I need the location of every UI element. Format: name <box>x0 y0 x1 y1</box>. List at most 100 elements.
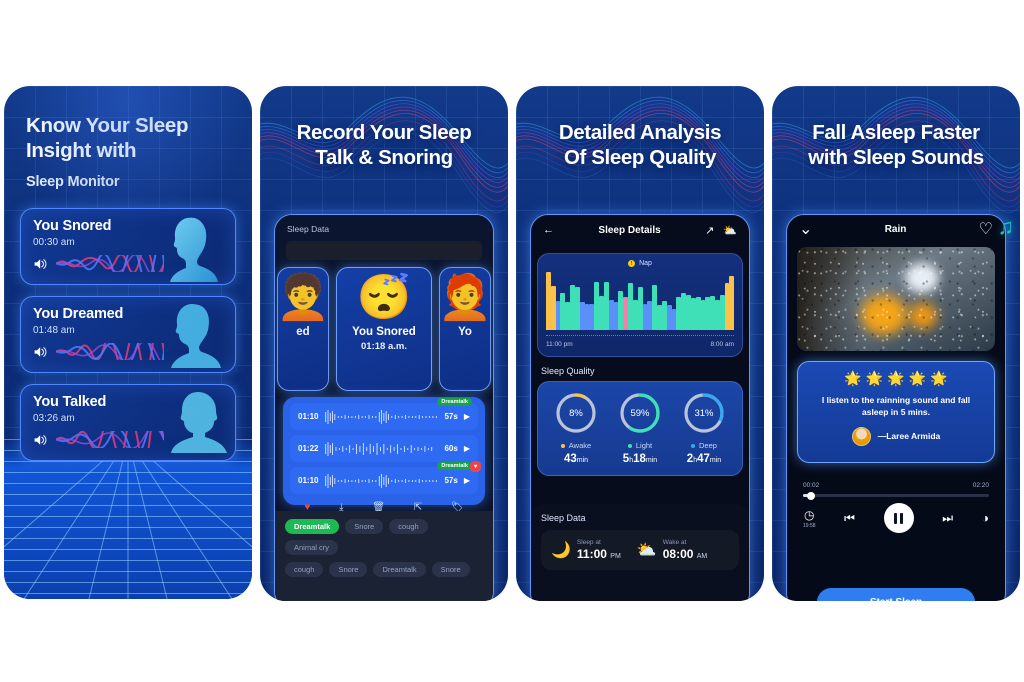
play-icon[interactable]: ▶ <box>464 476 470 485</box>
tag-chip-snore-3[interactable]: Snore <box>431 562 470 577</box>
hypnogram-bar <box>695 297 701 330</box>
sleep-at-value: 11:00 PM <box>577 547 621 561</box>
review-card: 🌟 🌟 🌟 🌟 🌟 I listen to the rainning sound… <box>797 361 995 463</box>
carousel-slide-active[interactable]: 😴 You Snored 01:18 a.m. <box>336 267 432 391</box>
hypnogram-bar <box>666 304 672 330</box>
deep-label: Deep <box>699 441 717 450</box>
skip-back-icon[interactable]: ⏮ <box>844 511 855 525</box>
panel-sleep-monitor: Know Your Sleep Insight with Sleep Monit… <box>4 86 252 599</box>
sleep-data-title: Sleep Data <box>541 513 586 523</box>
light-label: Light <box>635 441 653 450</box>
carousel-prev-label: ed <box>296 326 310 338</box>
carousel-slide-next[interactable]: 🧑‍🦰 Yo <box>439 267 491 391</box>
heart-outline-icon[interactable]: ♡ <box>979 219 993 239</box>
mix-circles-icon[interactable]: ◑ <box>982 511 989 525</box>
star-icon: 🌟 <box>908 370 927 386</box>
hypnogram-bar <box>608 299 614 330</box>
tag-chip-dreamtalk[interactable]: Dreamtalk <box>285 519 340 534</box>
awake-value: 43 <box>563 453 577 465</box>
nap-legend: ! Nap <box>546 260 734 267</box>
avatar-head-silhouette <box>171 392 227 454</box>
awake-legend: Awake <box>544 441 607 450</box>
recording-waveform <box>325 409 438 424</box>
avatar-emoji: 🧑‍🦰 <box>439 273 491 322</box>
recording-tag-badge[interactable]: Dreamtalk <box>437 462 472 470</box>
speaker-icon[interactable] <box>33 257 49 271</box>
details-navbar: ← Sleep Details ↗ ⛅ <box>531 215 749 245</box>
sleep-data-section: Sleep Data 🌙 Sleep at 11:00 PM ⛅ Wake at <box>531 504 749 601</box>
event-card-dreamed[interactable]: You Dreamed 01:48 am <box>20 296 236 374</box>
event-card-snored[interactable]: You Snored 00:30 am <box>20 208 236 286</box>
phone-mockup-details: ← Sleep Details ↗ ⛅ ! Nap 11:00 pm 8:00 … <box>530 214 750 601</box>
seek-track[interactable] <box>803 491 989 500</box>
sleep-timer-button[interactable]: ◷ 19:58 <box>803 508 816 529</box>
timer-icon[interactable]: ◷ <box>804 508 814 522</box>
light-ring: 59% <box>618 391 662 435</box>
pause-icon-bar <box>894 512 898 524</box>
previous-track-button[interactable]: ⏮ <box>844 511 855 526</box>
recording-tag-badge[interactable]: Dreamtalk <box>437 398 472 406</box>
playback-controls: ◷ 19:58 ⏮ ⏭ ◑ <box>797 503 995 533</box>
panel1-header: Know Your Sleep Insight with Sleep Monit… <box>4 86 252 190</box>
play-icon[interactable]: ▶ <box>464 444 470 453</box>
speaker-icon[interactable] <box>33 345 49 359</box>
star-icon: 🌟 <box>930 370 948 386</box>
back-arrow-icon[interactable]: ← <box>543 224 554 236</box>
next-track-button[interactable]: ⏭ <box>942 511 953 526</box>
tag-chip-cough-2[interactable]: cough <box>285 562 324 577</box>
recording-time: 01:10 <box>298 476 319 485</box>
hypnogram-card: ! Nap 11:00 pm 8:00 am <box>537 253 743 357</box>
tag-chip-snore-2[interactable]: Snore <box>329 562 368 577</box>
rain-cover-image <box>797 247 995 351</box>
mock-sleep-data-label: Sleep Data <box>287 224 330 234</box>
tag-chip-cough[interactable]: cough <box>389 519 428 534</box>
play-icon[interactable]: ▶ <box>464 412 470 421</box>
panel2-headline-line1: Record Your Sleep <box>296 121 472 144</box>
skip-forward-icon[interactable]: ⏭ <box>942 511 953 525</box>
recording-row[interactable]: 01:22 60s ▶ <box>290 435 478 462</box>
recording-duration: 57s <box>444 412 458 421</box>
recording-row[interactable]: Dreamtalk 01:10 57s ▶ <box>290 398 478 430</box>
sleep-at-time: 11:00 <box>576 547 607 561</box>
pause-button[interactable] <box>883 503 914 533</box>
hypnogram-bar <box>690 298 696 330</box>
sleep-event-carousel[interactable]: 🧑‍🦱 ed 😴 You Snored 01:18 a.m. 🧑‍🦰 Yo <box>275 267 493 395</box>
avatar-emoji: 🧑‍🦱 <box>277 273 329 322</box>
tag-chip-animal-cry[interactable]: Animal cry <box>285 540 339 555</box>
playback-seek-bar[interactable]: 00:02 02:20 <box>803 477 989 500</box>
panel4-headline-line1: Fall Asleep Faster <box>812 121 980 144</box>
screenshot-stage: Know Your Sleep Insight with Sleep Monit… <box>0 0 1024 682</box>
review-text: I listen to the rainning sound and fall … <box>821 395 971 418</box>
hypnogram-bar <box>550 285 556 330</box>
sleep-start-time: 11:00 pm <box>546 341 573 348</box>
seek-knob[interactable] <box>806 491 815 500</box>
recording-row-selected[interactable]: Dreamtalk ♥ 01:10 57s ▶ <box>290 461 481 494</box>
tag-chip-row-1: Dreamtalk Snore cough Animal cry <box>285 519 483 555</box>
recording-waveform <box>325 473 438 488</box>
sleep-at-item: 🌙 Sleep at 11:00 PM <box>551 539 621 561</box>
mock-toolbar <box>286 241 482 260</box>
avatar-head-silhouette <box>171 304 221 369</box>
tag-chip-snore[interactable]: Snore <box>345 519 384 534</box>
carousel-time: 01:18 a.m. <box>361 341 407 352</box>
carousel-slide-prev[interactable]: 🧑‍🦱 ed <box>277 267 329 391</box>
event-card-talked[interactable]: You Talked 03:26 am <box>20 384 236 462</box>
speaker-icon[interactable] <box>33 433 49 447</box>
sleep-at-ampm: PM <box>610 553 621 560</box>
chevron-down-icon[interactable]: ⌄ <box>799 219 812 239</box>
deep-legend: Deep <box>672 441 735 450</box>
start-sleep-button[interactable]: Start Sleep <box>817 588 975 601</box>
review-author: —Laree Armida <box>877 431 941 442</box>
mix-button[interactable]: ◑ <box>982 511 989 525</box>
recording-waveform <box>325 441 433 456</box>
favorite-badge-icon[interactable]: ♥ <box>470 461 481 472</box>
panel1-headline-line1: Know Your Sleep <box>26 114 189 137</box>
share-export-icon[interactable]: ↗ <box>705 224 714 237</box>
tag-chip-dreamtalk-2[interactable]: Dreamtalk <box>373 562 426 577</box>
recording-duration: 57s <box>444 476 458 485</box>
panel3-headline-line2: Of Sleep Quality <box>564 146 716 169</box>
audio-waveform <box>56 255 164 273</box>
perspective-floor <box>4 439 252 599</box>
weather-cloud-icon[interactable]: ⛅ <box>723 224 737 237</box>
tag-chip-row-2: cough Snore Dreamtalk Snore <box>285 562 483 577</box>
